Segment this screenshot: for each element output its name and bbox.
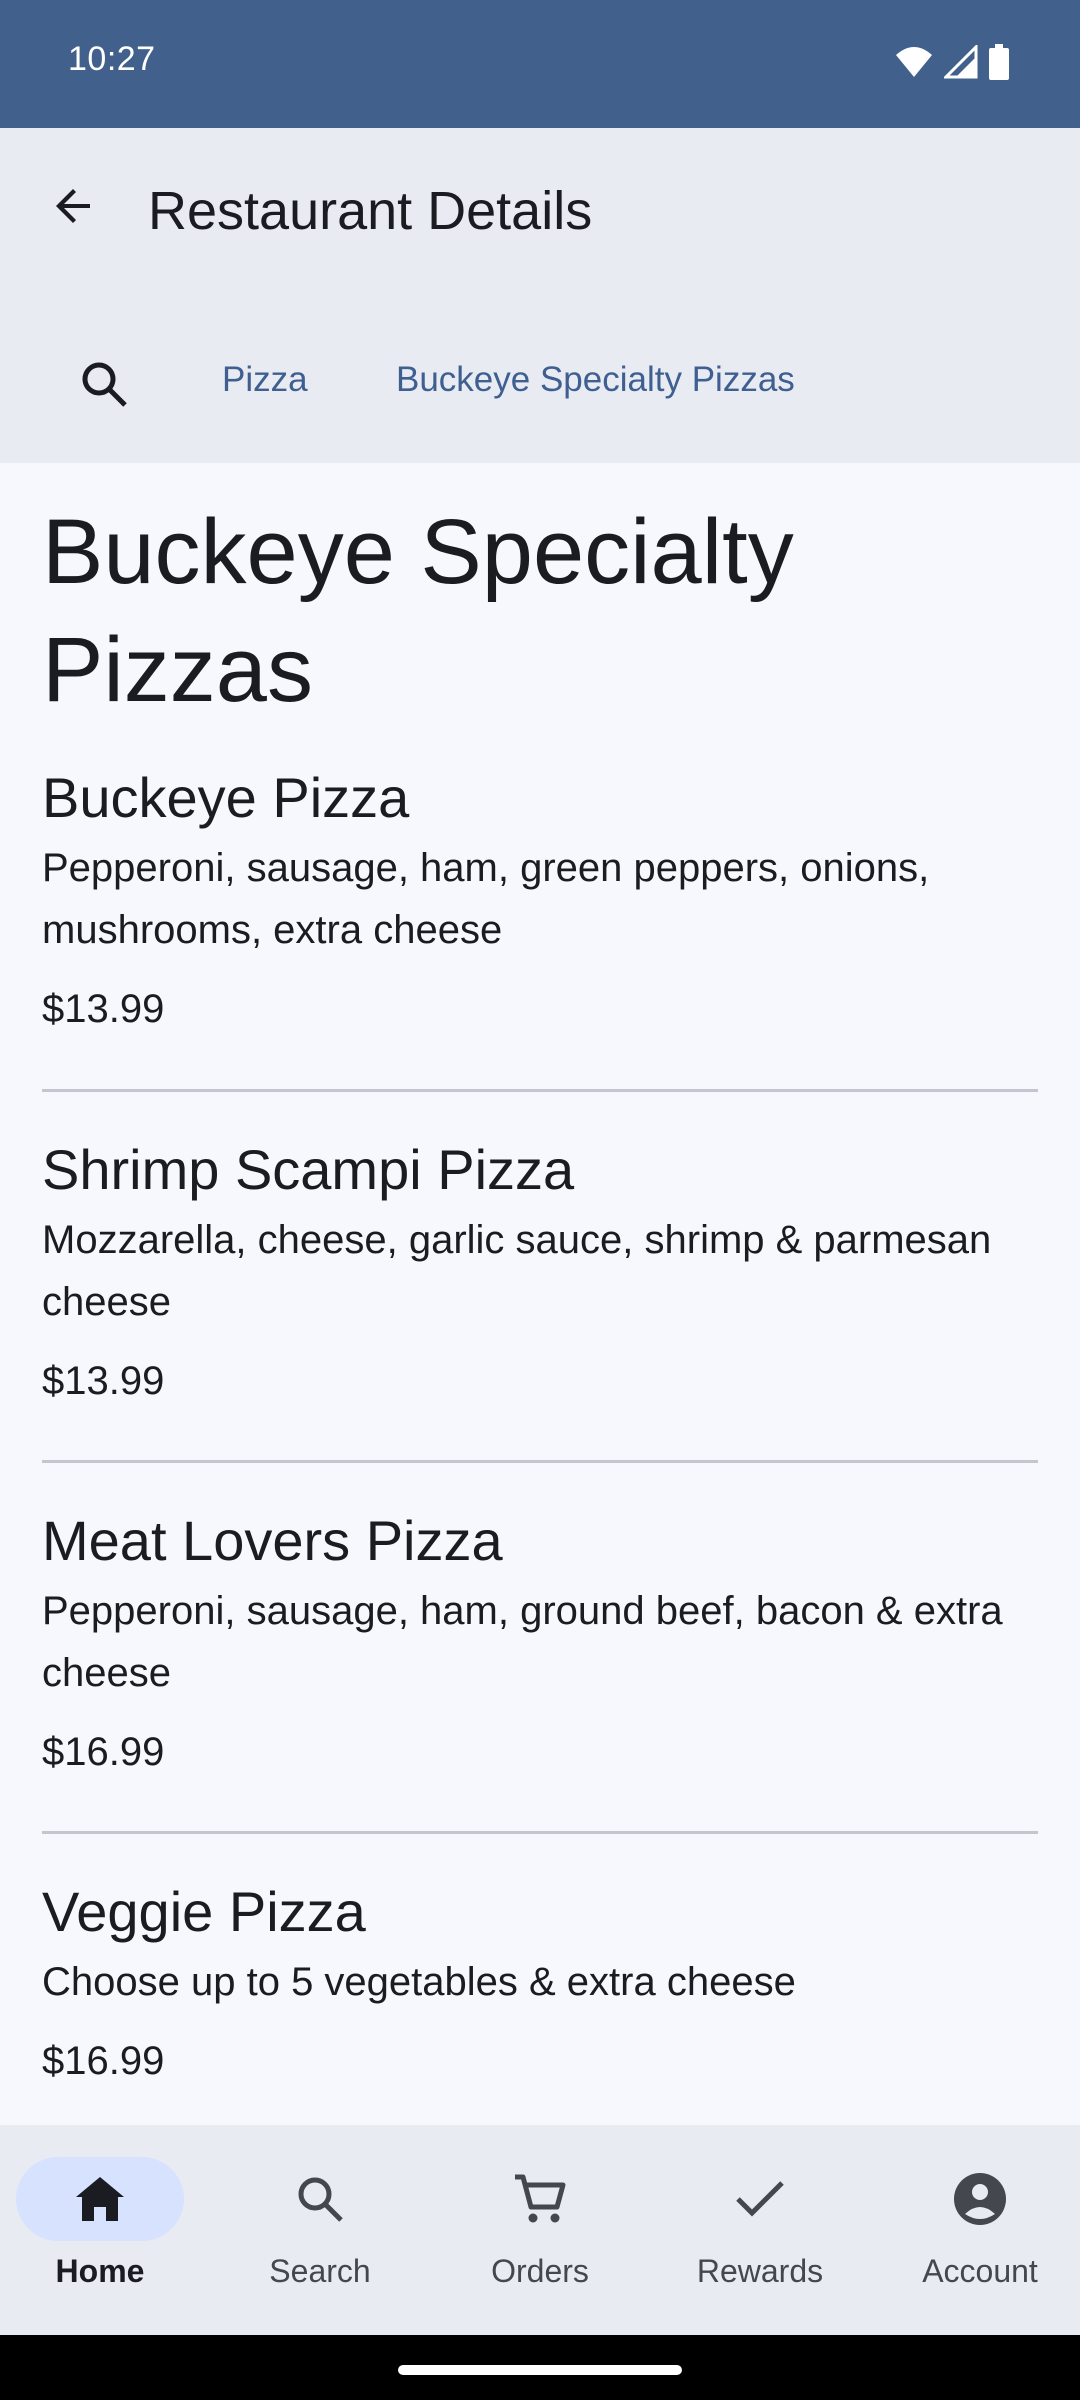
wifi-icon: [896, 47, 932, 77]
menu-item-price: $13.99: [42, 1359, 165, 1403]
breadcrumb-item-pizza[interactable]: Pizza: [222, 360, 308, 400]
nav-account[interactable]: Account: [880, 2125, 1080, 2335]
back-button[interactable]: [34, 166, 114, 246]
nav-search-label: Search: [269, 2253, 371, 2289]
nav-orders-label: Orders: [491, 2253, 589, 2289]
arrow-back-icon: [56, 189, 90, 223]
battery-icon: [989, 44, 1009, 80]
status-time: 10:27: [68, 40, 156, 78]
menu-item-name: Meat Lovers Pizza: [42, 1509, 503, 1572]
nav-rewards[interactable]: Rewards: [660, 2125, 876, 2335]
menu-item[interactable]: Buckeye Pizza Pepperoni, sausage, ham, g…: [42, 763, 1038, 1032]
menu-item-description: Pepperoni, sausage, ham, green peppers, …: [42, 846, 930, 952]
menu-item-name: Buckeye Pizza: [42, 766, 410, 829]
divider: [42, 1831, 1038, 1834]
divider: [42, 1089, 1038, 1092]
search-icon: [298, 2177, 343, 2222]
nav-search[interactable]: Search: [220, 2125, 436, 2335]
search-icon: [82, 362, 127, 407]
bottom-navigation: Home Search Orders Rewards Account: [0, 2125, 1080, 2335]
menu-content[interactable]: Buckeye Specialty Pizzas Buckeye Pizza P…: [0, 463, 1080, 2125]
page-title: Buckeye Specialty Pizzas: [42, 501, 794, 721]
breadcrumb: Pizza Buckeye Specialty Pizzas: [0, 330, 1080, 430]
nav-account-indicator: [896, 2157, 1064, 2241]
menu-item-price: $13.99: [42, 987, 165, 1031]
nav-rewards-label: Rewards: [696, 2253, 824, 2289]
menu-item[interactable]: Meat Lovers Pizza Pepperoni, sausage, ha…: [42, 1506, 1038, 1775]
home-gesture-handle[interactable]: [398, 2365, 682, 2375]
menu-item-price: $16.99: [42, 2039, 165, 2083]
menu-item-description: Mozzarella, cheese, garlic sauce, shrimp…: [42, 1218, 992, 1324]
nav-account-label: Account: [922, 2253, 1038, 2289]
status-icons: [894, 44, 1010, 80]
menu-item-name: Veggie Pizza: [42, 1880, 366, 1943]
gesture-bar: [0, 2335, 1080, 2400]
nav-home[interactable]: Home: [0, 2125, 216, 2335]
nav-home-indicator: [16, 2157, 184, 2241]
nav-search-indicator: [236, 2157, 404, 2241]
nav-rewards-indicator: [676, 2157, 844, 2241]
cart-icon: [515, 2174, 566, 2223]
breadcrumb-search-button[interactable]: [64, 344, 144, 424]
account-icon: [954, 2173, 1006, 2225]
nav-home-label: Home: [55, 2253, 145, 2289]
status-bar: 10:27: [0, 0, 1080, 128]
nav-orders[interactable]: Orders: [440, 2125, 656, 2335]
check-icon: [736, 2181, 784, 2217]
breadcrumb-item-buckeye-specialty-pizzas[interactable]: Buckeye Specialty Pizzas: [396, 360, 795, 400]
menu-item-price: $16.99: [42, 1730, 165, 1774]
nav-orders-indicator: [456, 2157, 624, 2241]
home-icon: [76, 2177, 124, 2221]
menu-item[interactable]: Veggie Pizza Choose up to 5 vegetables &…: [42, 1877, 1038, 2084]
app-title: Restaurant Details: [148, 181, 593, 241]
divider: [42, 1460, 1038, 1463]
signal-icon: [944, 45, 978, 79]
menu-item-description: Pepperoni, sausage, ham, ground beef, ba…: [42, 1589, 1003, 1695]
menu-item-description: Choose up to 5 vegetables & extra cheese: [42, 1960, 796, 2004]
menu-item[interactable]: Shrimp Scampi Pizza Mozzarella, cheese, …: [42, 1135, 1038, 1404]
menu-item-name: Shrimp Scampi Pizza: [42, 1138, 575, 1201]
